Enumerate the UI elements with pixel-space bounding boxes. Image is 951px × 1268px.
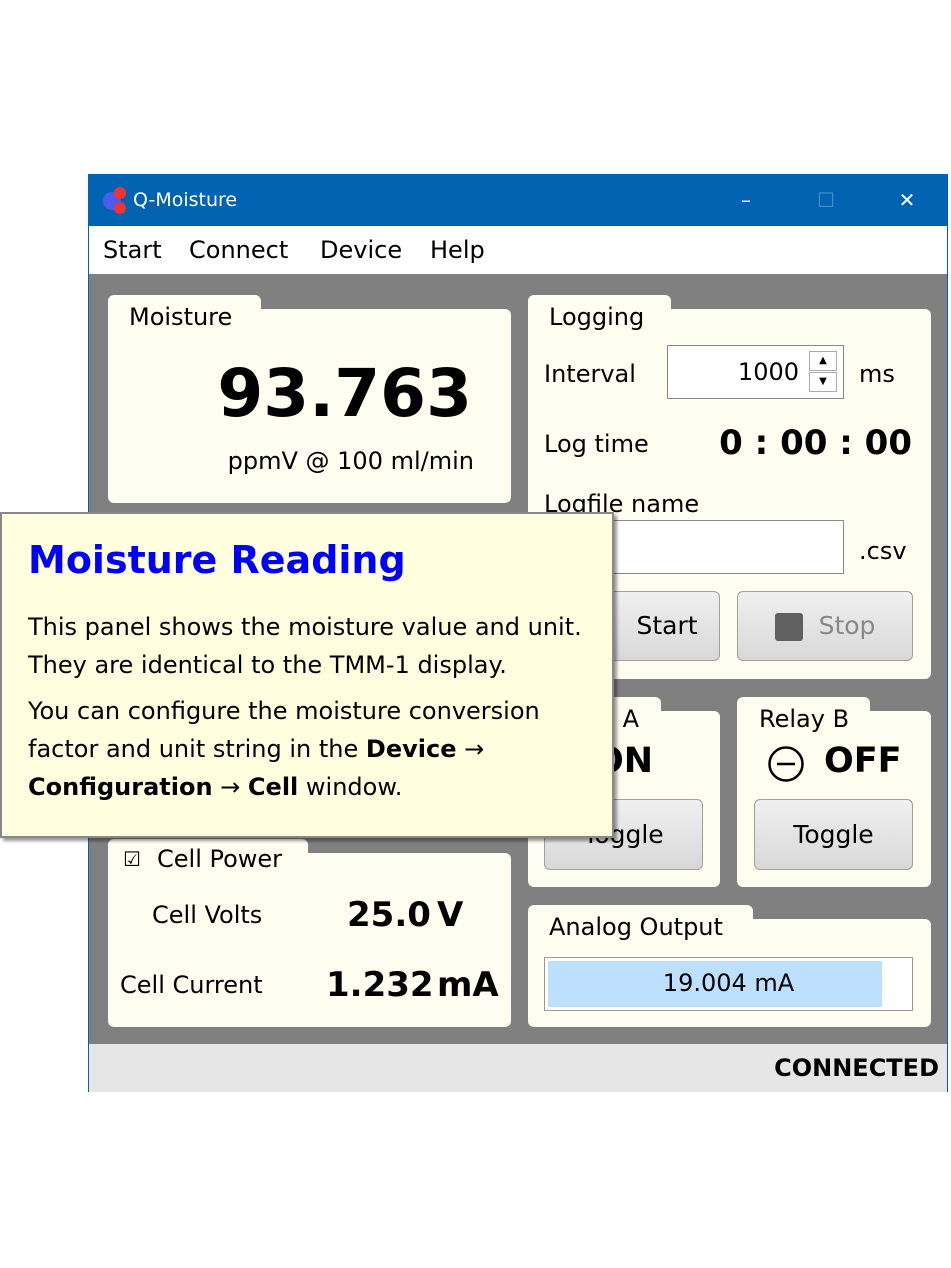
moisture-value: 93.763	[217, 355, 472, 432]
logging-label: Logging	[549, 303, 645, 331]
logtime-value: 0 : 00 : 00	[719, 423, 912, 463]
relay-b-state: OFF	[824, 741, 902, 781]
cell-volts-label: Cell Volts	[152, 901, 263, 929]
log-stop-label: Stop	[818, 611, 876, 640]
maximize-button[interactable]: ☐	[801, 185, 851, 215]
logfile-ext: .csv	[859, 537, 907, 565]
relay-b-label: Relay B	[759, 705, 850, 733]
moisture-unit: ppmV @ 100 ml/min	[227, 447, 474, 475]
menu-bar: Start Connect Device Help	[89, 226, 947, 274]
tooltip-title: Moisture Reading	[28, 538, 406, 582]
moisture-tooltip: Moisture Reading This panel shows the mo…	[0, 512, 614, 838]
connection-status: CONNECTED	[774, 1054, 939, 1082]
spin-down-icon[interactable]: ▼	[809, 372, 837, 392]
interval-label: Interval	[544, 360, 636, 388]
spin-up-icon[interactable]: ▲	[809, 351, 837, 371]
cell-volts-unit: V	[437, 895, 464, 935]
cell-volts-value: 25.0	[347, 895, 431, 935]
log-stop-button[interactable]: Stop	[737, 591, 913, 661]
moisture-label: Moisture	[129, 303, 233, 331]
cell-power-label: Cell Power	[157, 845, 283, 873]
window-title: Q-Moisture	[133, 189, 238, 211]
minimize-button[interactable]: –	[721, 185, 771, 215]
tooltip-paragraph-2: You can configure the moisture conversio…	[28, 697, 540, 801]
interval-spinner[interactable]: 1000 ▲ ▼	[667, 345, 844, 399]
cell-current-value: 1.232	[326, 965, 434, 1005]
status-bar: CONNECTED	[89, 1044, 947, 1092]
menu-start[interactable]: Start	[103, 236, 162, 264]
cell-current-unit: mA	[437, 965, 499, 1005]
analog-progress-bar: 19.004 mA	[544, 957, 913, 1011]
menu-help[interactable]: Help	[430, 236, 485, 264]
cell-power-checkbox[interactable]: ☑	[123, 847, 141, 871]
log-start-label: Start	[636, 611, 698, 640]
analog-value: 19.004 mA	[662, 969, 795, 997]
stop-icon	[774, 613, 803, 641]
interval-unit: ms	[859, 360, 895, 388]
menu-device[interactable]: Device	[320, 236, 402, 264]
minus-circle-icon	[768, 746, 804, 782]
analog-label: Analog Output	[549, 913, 723, 941]
tooltip-paragraph-1: This panel shows the moisture value and …	[28, 613, 582, 679]
relay-b-toggle-button[interactable]: Toggle	[754, 799, 913, 870]
close-button[interactable]: ✕	[882, 185, 932, 215]
title-bar[interactable]: Q-Moisture – ☐ ✕	[89, 175, 947, 226]
menu-connect[interactable]: Connect	[189, 236, 288, 264]
app-logo-icon	[103, 187, 126, 214]
cell-current-label: Cell Current	[120, 971, 263, 999]
logtime-label: Log time	[544, 430, 649, 458]
interval-value: 1000	[737, 358, 799, 386]
